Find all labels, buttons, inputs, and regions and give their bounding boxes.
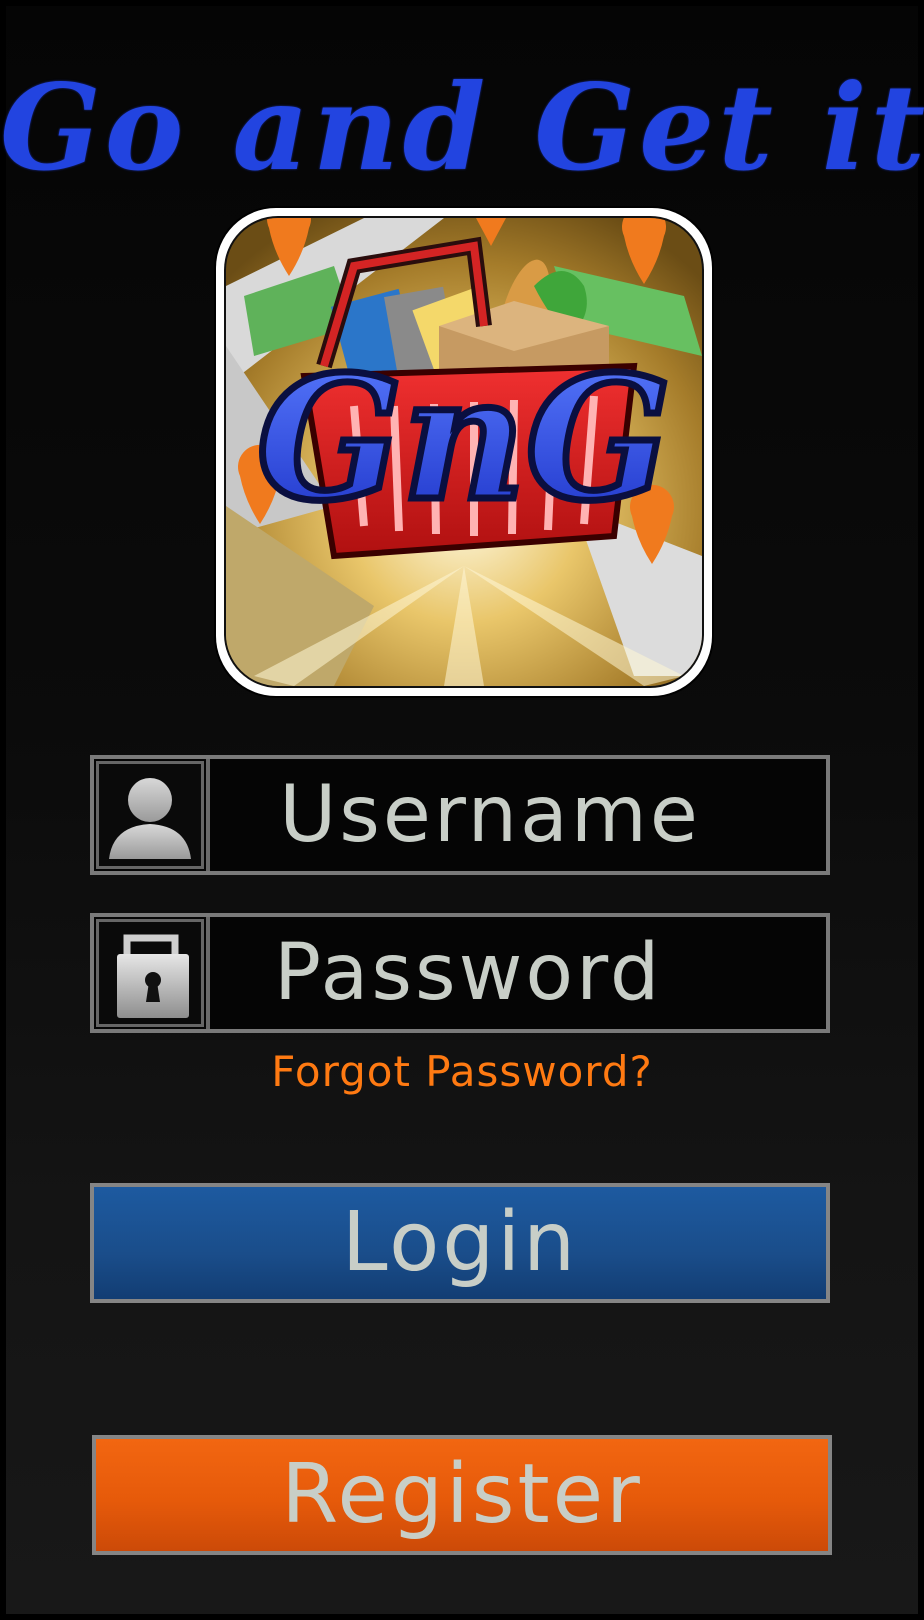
forgot-password-link[interactable]: Forgot Password?	[0, 1044, 924, 1100]
lock-icon	[96, 919, 204, 1027]
username-input[interactable]: Username	[210, 759, 770, 871]
app-logo: GnG	[214, 206, 714, 698]
password-field[interactable]: Password	[90, 913, 830, 1033]
app-title: Go and Get it	[0, 58, 924, 197]
login-button[interactable]: Login	[90, 1183, 830, 1303]
user-icon	[96, 761, 204, 869]
field-divider	[206, 917, 210, 1029]
register-button[interactable]: Register	[92, 1435, 832, 1555]
logo-text: GnG	[257, 339, 671, 539]
username-field[interactable]: Username	[90, 755, 830, 875]
password-input[interactable]: Password	[274, 917, 834, 1029]
